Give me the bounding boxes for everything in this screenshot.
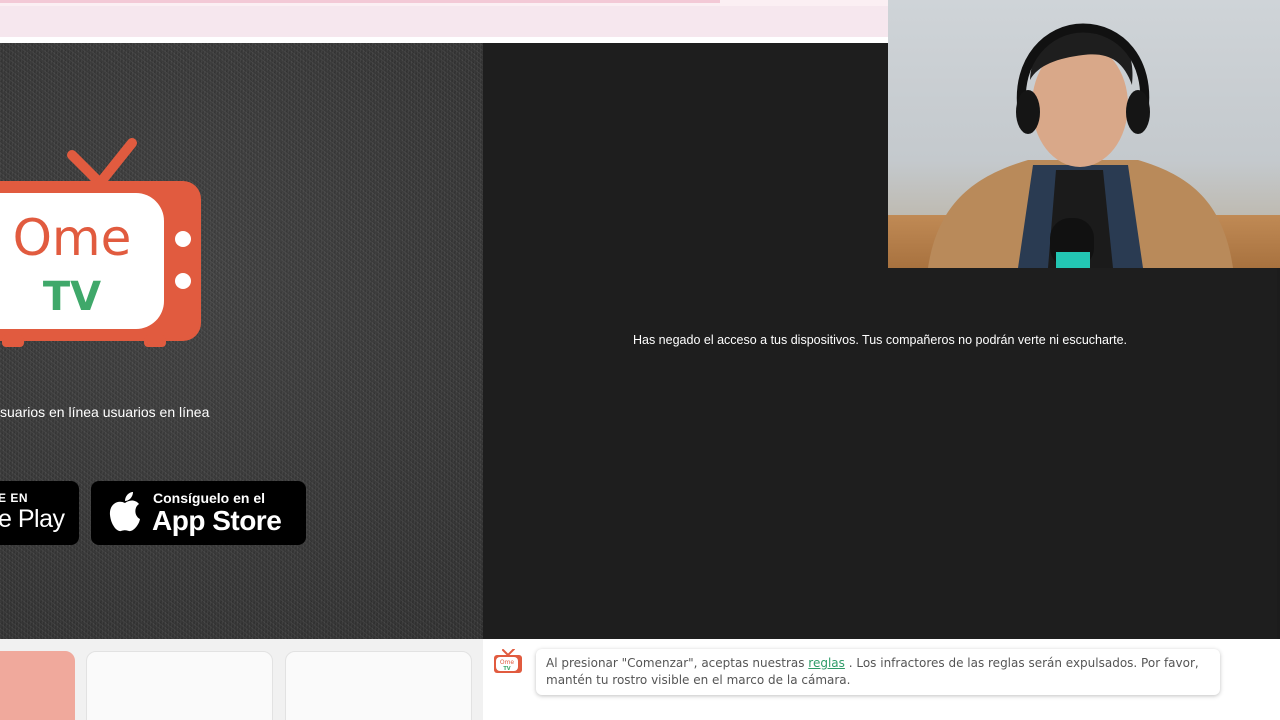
rules-icon-word-ome: Ome [500, 659, 515, 666]
rules-icon-word-tv: TV [503, 666, 510, 672]
person-silhouette [928, 23, 1233, 268]
google-play-button[interactable]: E EN e Play [0, 481, 79, 545]
option-card-1[interactable] [0, 651, 75, 720]
rules-link[interactable]: reglas [808, 656, 845, 670]
device-access-denied-message: Has negado el acceso a tus dispositivos.… [632, 333, 1128, 347]
landing-panel: Ome TV suarios en línea usuarios en líne… [0, 43, 483, 639]
rules-notice: Al presionar "Comenzar", aceptas nuestra… [536, 649, 1220, 695]
apple-icon [109, 492, 140, 532]
webcam-overlay [888, 0, 1280, 268]
logo-word-tv: TV [43, 274, 101, 320]
google-play-big-label: e Play [0, 505, 65, 533]
google-play-small-label: E EN [0, 491, 29, 505]
option-card-3[interactable] [285, 651, 472, 720]
rules-text-before: Al presionar "Comenzar", aceptas nuestra… [546, 656, 809, 670]
online-users-count: suarios en línea usuarios en línea [0, 404, 210, 420]
app-store-small-label: Consíguelo en el [153, 490, 266, 506]
top-bar [0, 6, 888, 37]
ometv-small-icon: Ome TV [494, 649, 522, 673]
option-card-2[interactable] [86, 651, 273, 720]
ometv-logo-icon: Ome TV [0, 138, 201, 347]
app-root: Ome TV suarios en línea usuarios en líne… [0, 0, 1280, 720]
options-panel [0, 639, 483, 720]
app-store-button[interactable]: Consíguelo en el App Store [91, 481, 306, 545]
top-accent-line [0, 0, 720, 3]
chat-panel: Ome TV Al presionar "Comenzar", aceptas … [483, 639, 1280, 720]
logo-word-ome: Ome [13, 209, 132, 267]
browser-top-strip [0, 0, 888, 43]
app-store-big-label: App Store [152, 505, 282, 536]
